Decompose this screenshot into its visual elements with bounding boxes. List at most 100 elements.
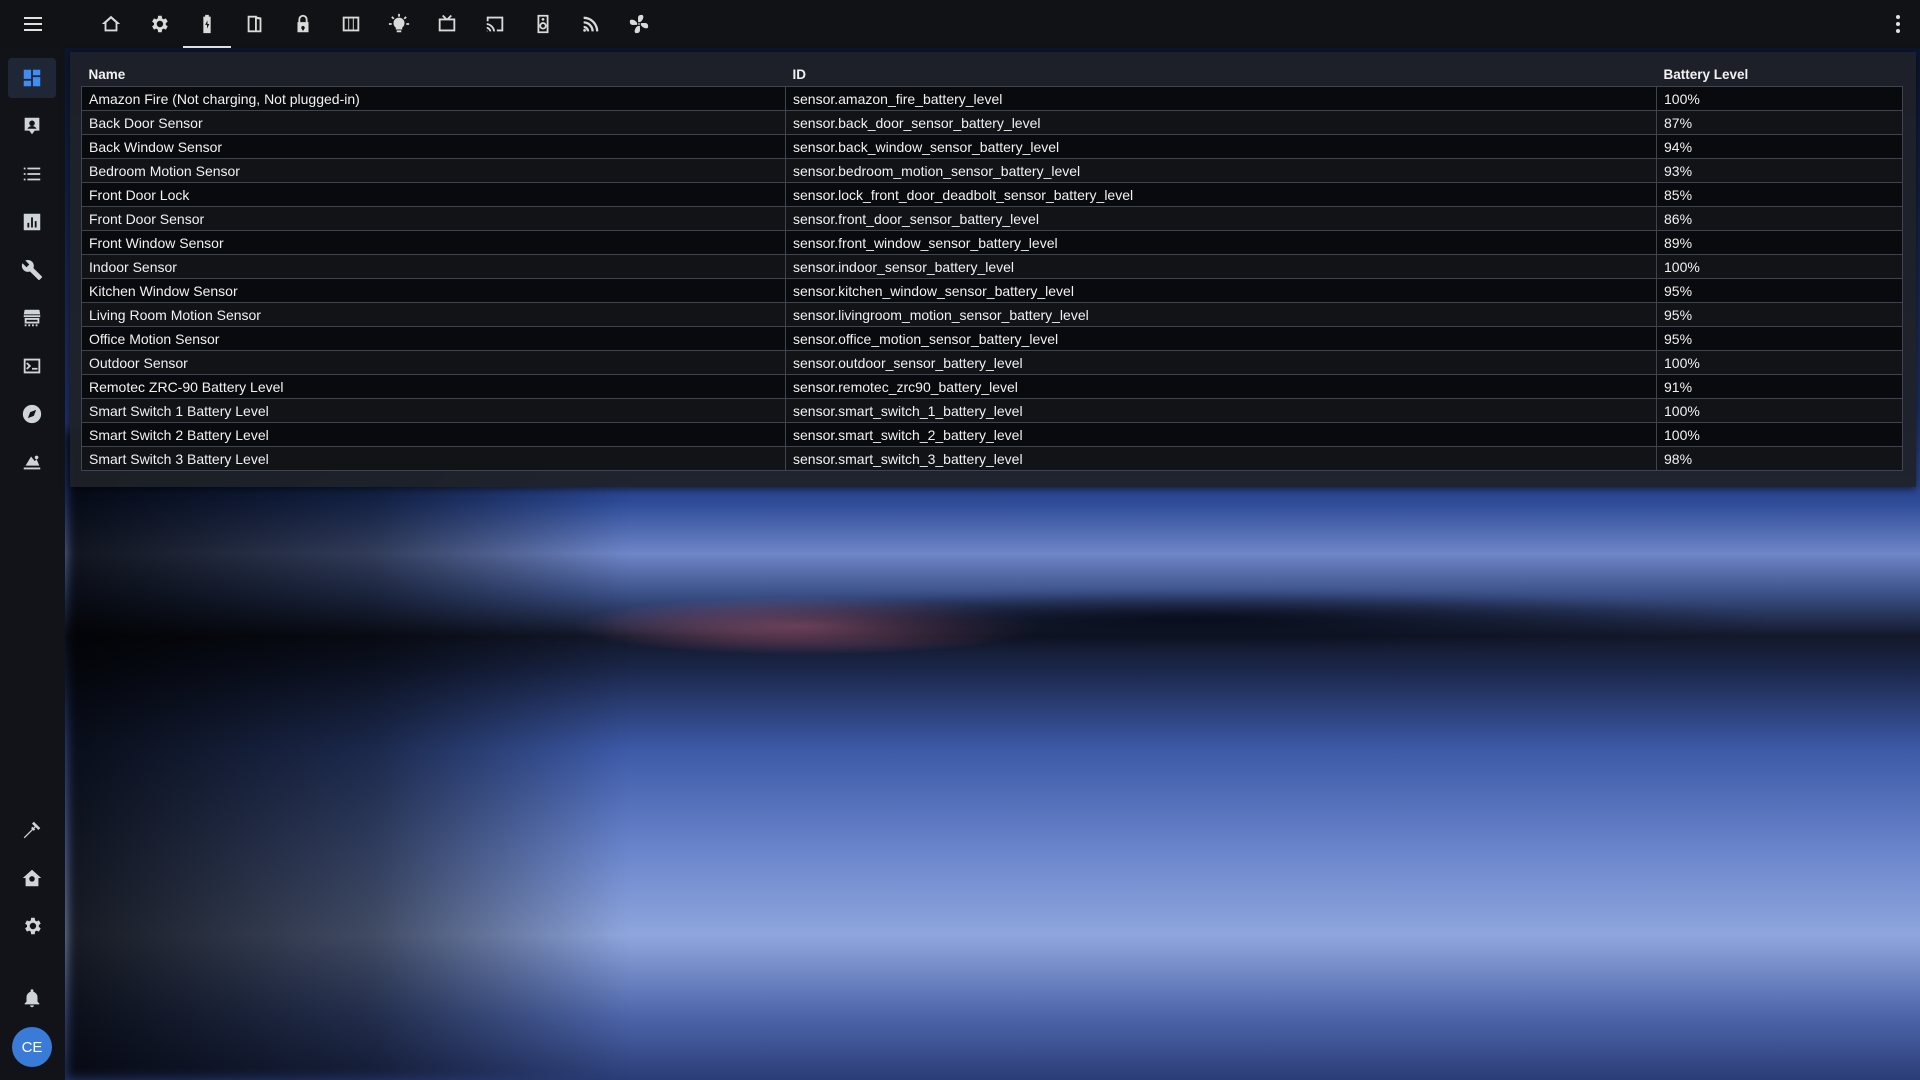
table-row[interactable]: Outdoor Sensor sensor.outdoor_sensor_batt… [81,350,1903,375]
supervisor-home-icon [22,869,42,887]
background-rocks [620,590,1770,650]
sidebar-item-media[interactable] [8,442,56,482]
cell-entity-id: sensor.smart_switch_3_battery_level [785,446,1657,471]
tab-fans[interactable] [615,0,663,48]
sidebar-item-supervisor[interactable] [8,858,56,898]
cell-name: Smart Switch 2 Battery Level [81,422,786,447]
tab-settings[interactable] [135,0,183,48]
tab-doors[interactable] [231,0,279,48]
cell-entity-id: sensor.bedroom_motion_sensor_battery_lev… [785,158,1657,183]
cell-battery-level: 85% [1656,182,1903,207]
battery-table-card: Name ID Battery Level Amazon Fire (Not c… [70,52,1916,487]
cell-battery-level: 100% [1656,350,1903,375]
sidebar-item-terminal[interactable] [8,346,56,386]
tab-speakers[interactable] [519,0,567,48]
cell-battery-level: 86% [1656,206,1903,231]
cell-entity-id: sensor.front_door_sensor_battery_level [785,206,1657,231]
cell-name: Front Door Lock [81,182,786,207]
table-row[interactable]: Front Door Lock sensor.lock_front_door_de… [81,182,1903,207]
cell-battery-level: 100% [1656,86,1903,111]
table-row[interactable]: Indoor Sensor sensor.indoor_sensor_batter… [81,254,1903,279]
table-header-row: Name ID Battery Level [82,62,1903,87]
table-body: Amazon Fire (Not charging, Not plugged-i… [81,86,1903,471]
table-row[interactable]: Smart Switch 3 Battery Level sensor.smart… [81,446,1903,471]
tab-battery[interactable] [183,0,231,48]
sidebar-item-explore[interactable] [8,394,56,434]
cell-entity-id: sensor.livingroom_motion_sensor_battery_… [785,302,1657,327]
cell-name: Back Door Sensor [81,110,786,135]
cell-name: Living Room Motion Sensor [81,302,786,327]
sidebar-item-developer-tools[interactable] [8,810,56,850]
cell-entity-id: sensor.indoor_sensor_battery_level [785,254,1657,279]
settings-cog-icon [25,917,41,935]
cell-battery-level: 100% [1656,422,1903,447]
cell-battery-level: 95% [1656,302,1903,327]
hamburger-icon [23,17,42,31]
terminal-icon [23,358,41,374]
table-row[interactable]: Smart Switch 2 Battery Level sensor.smart… [81,422,1903,447]
table-row[interactable]: Front Window Sensor sensor.front_window_s… [81,230,1903,255]
sidebar-item-map[interactable] [8,106,56,146]
sidebar-item-notifications[interactable] [8,978,56,1018]
lightbulb-icon [388,13,410,33]
sidebar-item-hacs[interactable] [8,298,56,338]
battery-charging-icon [203,14,211,34]
cell-name: Outdoor Sensor [81,350,786,375]
sidebar-item-logbook[interactable] [8,154,56,194]
cell-name: Remotec ZRC-90 Battery Level [81,374,786,399]
table-row[interactable]: Smart Switch 1 Battery Level sensor.smart… [81,398,1903,423]
home-outline-icon [101,15,121,32]
table-row[interactable]: Amazon Fire (Not charging, Not plugged-i… [81,86,1903,111]
dashboard-icon [23,69,41,87]
overflow-menu-button[interactable] [1886,12,1910,36]
cell-name: Bedroom Motion Sensor [81,158,786,183]
table-row[interactable]: Remotec ZRC-90 Battery Level sensor.remot… [81,374,1903,399]
sidebar-item-history[interactable] [8,202,56,242]
table-row[interactable]: Back Door Sensor sensor.back_door_sensor_… [81,110,1903,135]
cell-name: Kitchen Window Sensor [81,278,786,303]
table-row[interactable]: Office Motion Sensor sensor.office_motion… [81,326,1903,351]
media-browser-icon [23,455,41,470]
cell-battery-level: 94% [1656,134,1903,159]
top-app-bar [0,0,1920,48]
tab-media[interactable] [423,0,471,48]
table-row[interactable]: Front Door Sensor sensor.front_door_senso… [81,206,1903,231]
column-header-name: Name [88,66,126,82]
tab-network[interactable] [567,0,615,48]
cell-entity-id: sensor.back_door_sensor_battery_level [785,110,1657,135]
map-icon [24,117,40,135]
history-chart-icon [23,213,41,231]
cell-entity-id: sensor.outdoor_sensor_battery_level [785,350,1657,375]
cell-entity-id: sensor.front_window_sensor_battery_level [785,230,1657,255]
table-row[interactable]: Living Room Motion Sensor sensor.livingro… [81,302,1903,327]
cell-battery-level: 95% [1656,326,1903,351]
cell-entity-id: sensor.office_motion_sensor_battery_leve… [785,326,1657,351]
cell-name: Front Door Sensor [81,206,786,231]
tab-locks[interactable] [279,0,327,48]
cell-name: Indoor Sensor [81,254,786,279]
sidebar-item-configuration[interactable] [8,906,56,946]
bell-icon [24,989,40,1008]
cell-battery-level: 100% [1656,398,1903,423]
sidebar-item-overview[interactable] [8,58,56,98]
table-row[interactable]: Back Window Sensor sensor.back_window_sen… [81,134,1903,159]
sidebar-item-tools[interactable] [8,250,56,290]
cell-name: Smart Switch 1 Battery Level [81,398,786,423]
menu-toggle-button[interactable] [0,0,65,48]
cast-icon [486,16,504,32]
tab-blinds[interactable] [327,0,375,48]
lock-icon [297,14,309,33]
tab-lights[interactable] [375,0,423,48]
cell-name: Amazon Fire (Not charging, Not plugged-i… [81,86,786,111]
hammer-icon [23,821,41,839]
cell-name: Office Motion Sensor [81,326,786,351]
tab-cast[interactable] [471,0,519,48]
table-row[interactable]: Bedroom Motion Sensor sensor.bedroom_moti… [81,158,1903,183]
avatar[interactable]: CE [12,1027,52,1067]
cell-entity-id: sensor.lock_front_door_deadbolt_sensor_b… [785,182,1657,207]
cell-entity-id: sensor.smart_switch_1_battery_level [785,398,1657,423]
table-row[interactable]: Kitchen Window Sensor sensor.kitchen_wind… [81,278,1903,303]
column-header-id: ID [792,66,807,82]
cell-battery-level: 98% [1656,446,1903,471]
tab-home[interactable] [87,0,135,48]
